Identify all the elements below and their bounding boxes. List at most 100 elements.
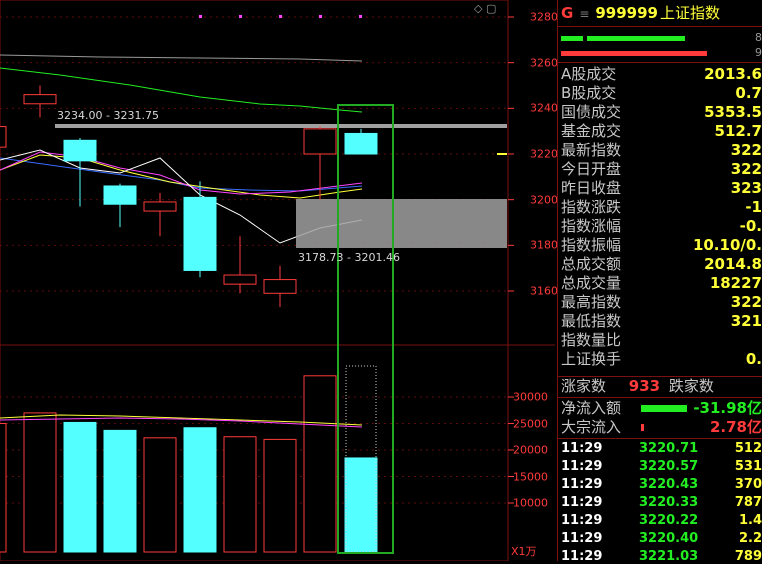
- quote-value: 322: [730, 141, 762, 159]
- price-axis-label: 3220: [530, 147, 558, 161]
- tick-price: 3220.22: [639, 513, 699, 528]
- volume-axis-label: 20000: [513, 443, 548, 457]
- volume-axis-label: 15000: [513, 470, 548, 483]
- price-axis-label: 3280: [530, 10, 558, 24]
- quote-panel: G ≡ 999999 上证指数 8 9 A股成交 2013.6 B股成交 0.7 国债成交 53…: [557, 0, 762, 564]
- tick-price: 3220.57: [639, 459, 699, 474]
- sell-strength-bar-2: [579, 51, 707, 56]
- window-controls-icon[interactable]: ◇ ▢: [474, 2, 496, 15]
- flow-bar: [641, 424, 644, 431]
- price-axis-label: 3240: [530, 101, 558, 115]
- tick-time: 11:29: [561, 477, 603, 492]
- quote-value: -0.: [739, 217, 762, 235]
- signal-dot: [279, 15, 282, 18]
- candle-body: [303, 128, 337, 155]
- candle-body: [263, 279, 297, 294]
- flow-bar: [641, 405, 687, 412]
- panel-divider: [557, 0, 558, 561]
- tick-time: 11:29: [561, 513, 603, 528]
- ma20-line: [0, 151, 363, 195]
- quote-label: 基金成交: [561, 122, 622, 140]
- quote-label: A股成交: [561, 65, 617, 83]
- volume-unit-label: X1万: [511, 545, 537, 558]
- quote-label: 指数量比: [561, 331, 622, 349]
- signal-dot: [199, 15, 202, 18]
- high-range-bar: [55, 124, 507, 128]
- quote-value: 2013.6: [704, 65, 762, 83]
- tick-volume: 789: [734, 549, 762, 564]
- index-name: 上证指数: [660, 4, 721, 22]
- candle-body: [63, 139, 97, 162]
- quote-label: 国债成交: [561, 103, 622, 121]
- quote-label: 最低指数: [561, 312, 622, 330]
- bar-number-2: 9: [755, 46, 762, 59]
- ma10-line: [0, 154, 363, 199]
- quote-value: -1: [745, 198, 762, 216]
- quote-value: 512.7: [714, 122, 762, 140]
- signal-dot: [239, 15, 242, 18]
- tick-price: 3220.71: [639, 441, 699, 456]
- ma120-line: [0, 54, 363, 62]
- volume-bar: [63, 421, 97, 553]
- signal-dot: [319, 15, 322, 18]
- flow-value: 2.78亿: [709, 418, 762, 436]
- quote-label: 指数涨幅: [561, 217, 622, 235]
- tick-price: 3221.03: [639, 549, 699, 564]
- quote-label: 指数振幅: [561, 236, 622, 254]
- volume-bar: [143, 437, 177, 553]
- quote-label: 指数涨跌: [561, 198, 622, 216]
- ma30-line: [0, 157, 363, 192]
- tick-price: 3220.33: [639, 495, 699, 510]
- buy-strength-bar: [561, 36, 583, 41]
- volume-bar: [223, 436, 257, 553]
- volume-axis-label: 10000: [513, 496, 548, 510]
- quote-label: 上证换手: [561, 350, 622, 368]
- quote-label: 总成交量: [561, 274, 622, 292]
- flow-label: 大宗流入: [561, 418, 622, 436]
- tick-volume: 2.2: [738, 531, 762, 546]
- quote-value: 323: [730, 179, 762, 197]
- quote-label: 今日开盘: [561, 160, 622, 178]
- price-axis-label: 3160: [530, 284, 558, 298]
- tick-price: 3220.40: [639, 531, 699, 546]
- volume-bar: [103, 429, 137, 553]
- index-badge: G: [561, 4, 574, 22]
- candle-body: [23, 94, 57, 105]
- sell-strength-bar: [561, 51, 579, 56]
- divider: [557, 397, 762, 398]
- tick-time: 11:29: [561, 441, 603, 456]
- price-axis-label: 3260: [530, 56, 558, 70]
- tick-time: 11:29: [561, 549, 603, 564]
- rise-value: 933: [628, 377, 661, 395]
- tick-volume: 531: [734, 459, 762, 474]
- volume-bar: [0, 423, 7, 553]
- quote-value: 5353.5: [704, 103, 762, 121]
- price-marker: [497, 153, 507, 155]
- rise-label: 涨家数: [561, 377, 607, 395]
- quote-value: 18227: [709, 274, 762, 292]
- flow-label: 净流入额: [561, 399, 622, 417]
- volume-bar: [263, 438, 297, 553]
- tick-time: 11:29: [561, 459, 603, 474]
- quote-value: 10.10/0.: [692, 236, 762, 254]
- quote-value: 0.7: [735, 84, 762, 102]
- low-range-box: [296, 199, 507, 248]
- divider: [557, 62, 762, 63]
- volume-bar: [344, 457, 378, 553]
- quote-label: 昨日收盘: [561, 179, 622, 197]
- divider: [557, 438, 762, 439]
- candle-body: [344, 132, 378, 155]
- quote-label: 最新指数: [561, 141, 622, 159]
- menu-icon[interactable]: ≡: [579, 7, 589, 21]
- tick-price: 3220.43: [639, 477, 699, 492]
- candle-body: [0, 126, 7, 148]
- rise-count-row: 涨家数 933 跌家数: [561, 377, 714, 396]
- divider: [557, 26, 762, 27]
- candle-body: [143, 201, 177, 212]
- tick-time: 11:29: [561, 531, 603, 546]
- kline-chart[interactable]: 3280 3260 3240 3220 3200 3180 3160 30000 25000 20…: [0, 0, 558, 561]
- quote-label: B股成交: [561, 84, 617, 102]
- kline-canvas[interactable]: [0, 0, 555, 561]
- price-axis-label: 3200: [530, 193, 558, 207]
- candle-body: [183, 196, 217, 271]
